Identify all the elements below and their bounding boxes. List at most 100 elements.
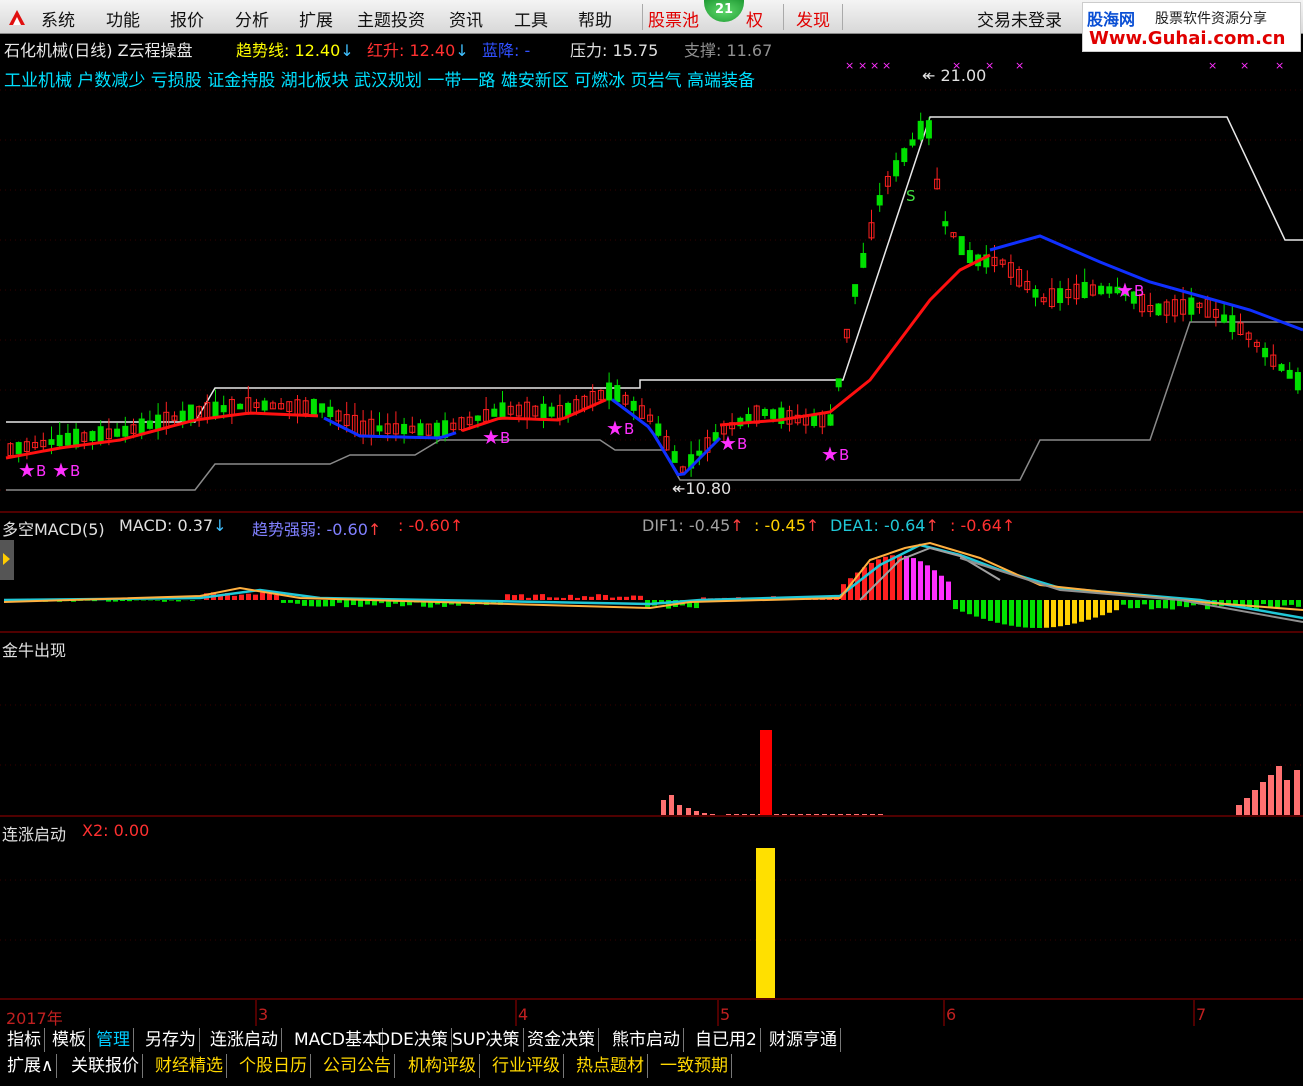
macd-bar <box>1163 600 1168 609</box>
macd-bar <box>505 594 510 600</box>
candle-body <box>614 385 621 403</box>
axis-month-6: 6 <box>946 1005 957 1024</box>
candle-body <box>376 425 383 432</box>
macd-bar <box>246 593 251 600</box>
buy-star-icon: ★ <box>52 458 70 482</box>
candle-body <box>696 450 703 456</box>
panel-collapse-handle[interactable] <box>0 540 14 580</box>
bull-bar <box>1294 770 1300 815</box>
macd-bar <box>1058 600 1063 627</box>
candle-body <box>433 422 440 437</box>
bull-bar <box>774 814 779 815</box>
candle-body <box>1032 289 1039 298</box>
macd-bar <box>1156 600 1161 609</box>
x-marker-icon: × <box>1015 59 1024 72</box>
bull-bar <box>862 814 867 815</box>
macd-bar <box>1079 600 1084 622</box>
tab-dde[interactable]: DDE决策 <box>374 1028 452 1052</box>
indicator-tab-bar: 指标 模板 管理 另存为 连涨启动 MACD基本 DDE决策 SUP决策 资金决… <box>0 1027 1303 1053</box>
macd-bar <box>190 600 195 601</box>
tab-fund[interactable]: 资金决策 <box>524 1028 599 1052</box>
axis-month-5: 5 <box>720 1005 731 1024</box>
candle-body <box>1155 303 1162 316</box>
macd-bar <box>1086 600 1091 620</box>
candle-body <box>179 410 186 422</box>
macd-bar <box>162 600 167 602</box>
rise-panel-title: 连涨启动 <box>2 825 67 844</box>
tab-template[interactable]: 模板 <box>49 1028 90 1052</box>
macd-bar <box>911 558 916 600</box>
support-line <box>6 321 1303 491</box>
bull-bar <box>806 814 811 815</box>
indicator-trend-line: 趋势线: 12.40↓ <box>236 41 354 60</box>
tab-macd-basic[interactable]: MACD基本 <box>291 1028 383 1052</box>
macd-bar <box>232 595 237 600</box>
tab-indicator[interactable]: 指标 <box>4 1028 45 1052</box>
macd-bar <box>274 594 279 600</box>
tab-stock-calendar[interactable]: 个股日历 <box>236 1054 311 1078</box>
candle-body <box>261 400 268 411</box>
macd-bar <box>939 575 944 600</box>
bull-bar <box>1276 766 1282 815</box>
tab-hot-topics[interactable]: 热点题材 <box>573 1054 648 1078</box>
candle-body <box>56 434 63 447</box>
tab-industry-rating[interactable]: 行业评级 <box>489 1054 564 1078</box>
trend-strength-value-2: : -0.60↑ <box>398 516 464 535</box>
macd-bar <box>519 594 524 600</box>
buy-marker-label: B <box>500 429 510 447</box>
macd-bar <box>1121 600 1126 605</box>
bull-signal-bar <box>760 730 772 815</box>
tab-sup[interactable]: SUP决策 <box>449 1028 524 1052</box>
bull-bar <box>830 814 835 815</box>
candle-body <box>1262 347 1269 358</box>
tab-save-as[interactable]: 另存为 <box>142 1028 200 1052</box>
macd-bar <box>1107 600 1112 613</box>
x-marker-icon: × <box>845 59 854 72</box>
tab-company-notice[interactable]: 公司公告 <box>320 1054 395 1078</box>
candle-body <box>48 439 55 445</box>
candle-body <box>220 405 227 413</box>
tab-bear-start[interactable]: 熊市启动 <box>609 1028 684 1052</box>
macd-bar <box>596 594 601 600</box>
macd-bar <box>260 592 265 600</box>
macd-bar <box>1282 600 1287 606</box>
tab-consensus[interactable]: 一致预期 <box>657 1054 732 1078</box>
tab-expand[interactable]: 扩展∧ <box>4 1054 58 1078</box>
macd-bar <box>512 595 517 600</box>
tab-fortune[interactable]: 财源亨通 <box>766 1028 841 1052</box>
macd-bar <box>967 600 972 615</box>
tab-related-quote[interactable]: 关联报价 <box>68 1054 143 1078</box>
candle-body <box>901 148 908 163</box>
macd-bar <box>330 600 335 607</box>
macd-bar <box>1296 600 1301 607</box>
tab-finance-picks[interactable]: 财经精选 <box>152 1054 227 1078</box>
dif-value-2: : -0.45↑ <box>754 516 820 535</box>
macd-bar <box>561 597 566 600</box>
buy-star-icon: ★ <box>606 416 624 440</box>
stock-chart[interactable]: ★ B ★ B★ B ★ B★ B ★ B★ BS× × × × × × × × × × <box>0 0 1303 1086</box>
tab-rise-start[interactable]: 连涨启动 <box>207 1028 282 1052</box>
macd-bar <box>932 570 937 600</box>
tab-manage[interactable]: 管理 <box>93 1028 134 1052</box>
candle-body <box>146 420 153 429</box>
axis-month-7: 7 <box>1196 1005 1207 1024</box>
concept-tags: 工业机械 户数减少 亏损股 证金持股 湖北板块 武汉规划 一带一路 雄安新区 可… <box>4 71 756 91</box>
tab-institution-rating[interactable]: 机构评级 <box>405 1054 480 1078</box>
macd-bar <box>960 600 965 612</box>
tab-self-use[interactable]: 自已用2 <box>692 1028 761 1052</box>
macd-bar <box>925 565 930 600</box>
macd-bar <box>624 596 629 600</box>
candle-body <box>909 139 916 146</box>
macd-bar <box>106 600 111 602</box>
buy-marker-label: B <box>36 462 46 480</box>
macd-bar <box>617 596 622 600</box>
macd-bar <box>946 581 951 600</box>
candle-body <box>630 400 637 411</box>
macd-bar <box>1100 600 1105 616</box>
x-marker-icon: × <box>870 59 879 72</box>
macd-bar <box>589 596 594 600</box>
bull-bar <box>1260 782 1266 815</box>
candle-body <box>1188 297 1195 315</box>
macd-bar <box>1072 600 1077 624</box>
macd-value: MACD: 0.37↓ <box>119 516 227 535</box>
